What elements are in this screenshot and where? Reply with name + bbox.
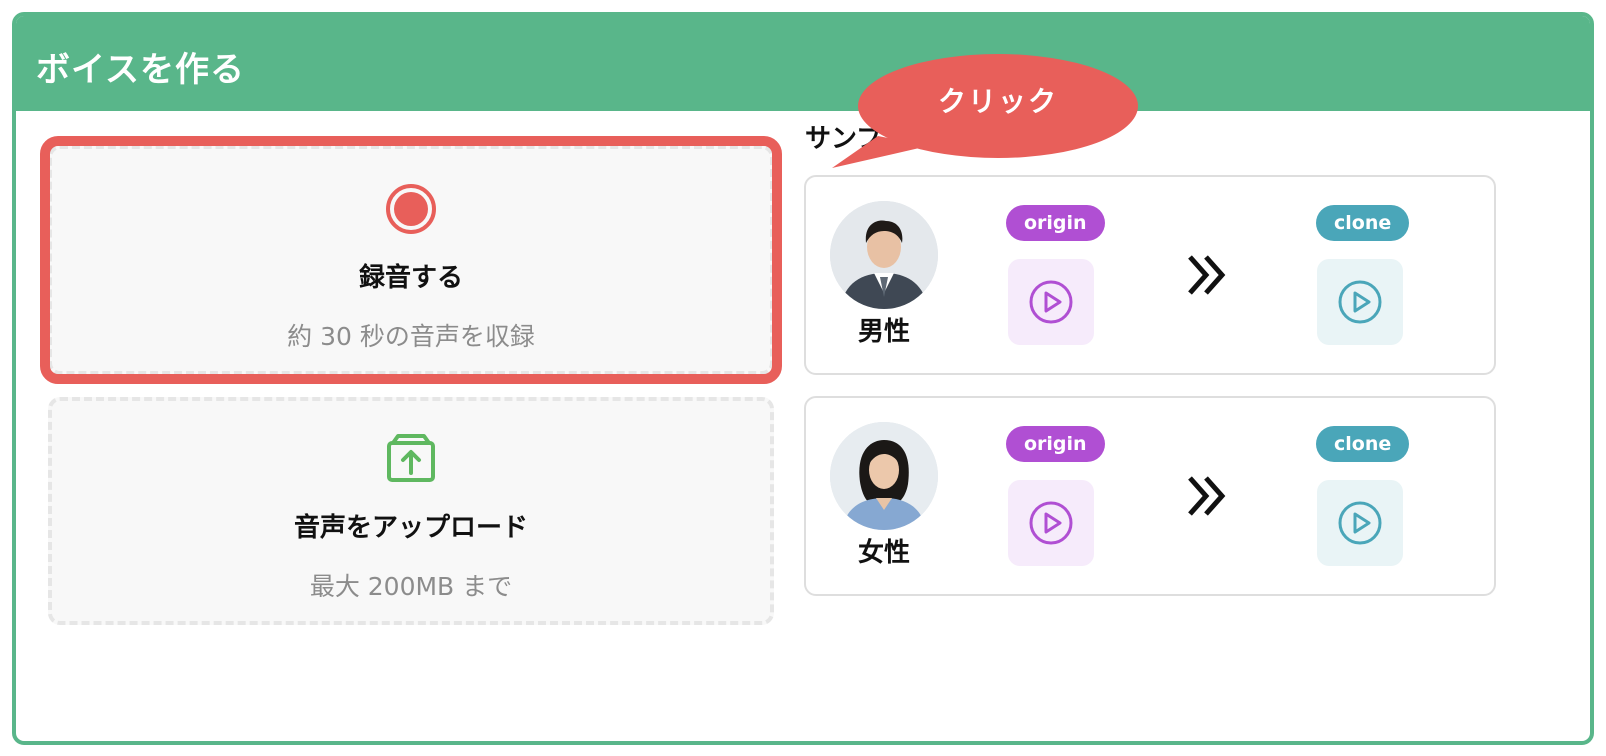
double-chevron-right-icon: [1188, 255, 1226, 295]
play-circle-icon: [1029, 501, 1073, 545]
upload-option-card[interactable]: 音声をアップロード 最大 200MB まで: [48, 397, 774, 625]
female-avatar: [830, 422, 938, 530]
upload-option-subtitle: 最大 200MB まで: [309, 572, 513, 601]
panel-header: ボイスを作る: [16, 16, 1590, 111]
clone-badge: clone: [1316, 205, 1410, 241]
male-avatar: [830, 201, 938, 309]
play-origin-female-button[interactable]: [1008, 480, 1094, 566]
panel-title: ボイスを作る: [36, 50, 245, 90]
play-circle-icon: [1338, 501, 1382, 545]
origin-badge: origin: [1006, 426, 1105, 462]
record-option-subtitle: 約 30 秒の音声を収録: [287, 322, 535, 351]
upload-option-title: 音声をアップロード: [293, 513, 528, 543]
record-icon: [386, 184, 436, 234]
play-clone-female-button[interactable]: [1317, 480, 1403, 566]
play-origin-male-button[interactable]: [1008, 259, 1094, 345]
double-chevron-right-icon: [1188, 476, 1226, 516]
play-circle-icon: [1029, 280, 1073, 324]
sample-label-male: 男性: [857, 317, 910, 347]
origin-badge: origin: [1006, 205, 1105, 241]
sample-card-male: 男性 origin clone: [804, 175, 1496, 375]
play-circle-icon: [1338, 280, 1382, 324]
record-option-card[interactable]: 録音する 約 30 秒の音声を収録: [48, 145, 774, 375]
sample-label-female: 女性: [857, 538, 910, 568]
clone-badge: clone: [1316, 426, 1410, 462]
upload-box-icon: [387, 434, 435, 482]
record-option-title: 録音する: [358, 263, 463, 293]
create-voice-panel: ボイスを作る: [12, 12, 1594, 745]
sample-card-female: 女性 origin clone: [804, 396, 1496, 596]
callout-text: クリック: [937, 85, 1058, 118]
play-clone-male-button[interactable]: [1317, 259, 1403, 345]
